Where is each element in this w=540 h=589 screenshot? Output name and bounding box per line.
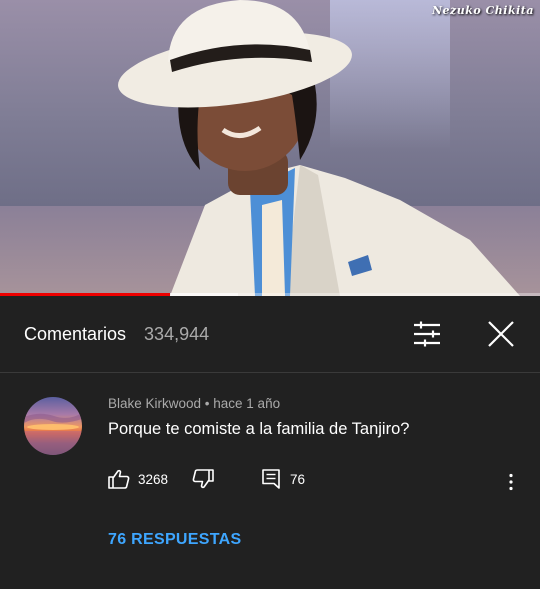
video-frame-figure [118,0,520,296]
video-player[interactable]: Nezuko Chikita [0,0,540,296]
video-progress-bar[interactable] [0,293,540,296]
reply-count: 76 [290,471,306,487]
like-button[interactable]: 3268 [108,469,168,489]
view-replies-link[interactable]: 76 RESPUESTAS [108,531,241,549]
progress-fill [0,293,171,296]
comment-body: Blake Kirkwood • hace 1 año Porque te co… [108,396,520,439]
comment-actions: 3268 76 [108,469,305,489]
close-icon[interactable] [484,317,518,351]
like-count: 3268 [138,471,169,487]
watermark: Nezuko Chikita [431,4,534,17]
comment-text: Porque te comiste a la familia de Tanjir… [108,420,410,438]
comment-item: Blake Kirkwood • hace 1 año Porque te co… [0,373,540,589]
reply-button[interactable]: 76 [262,469,305,489]
avatar[interactable] [24,397,82,455]
comments-header: Comentarios 334,944 [0,296,540,373]
thumbs-down-icon [192,469,214,489]
dislike-button[interactable] [192,469,214,489]
sunset-avatar-image [24,413,82,455]
comment-author-meta: Blake Kirkwood • hace 1 año [108,396,281,411]
more-vert-icon[interactable] [504,471,518,493]
reply-icon [262,469,280,489]
sliders-icon[interactable] [410,317,444,351]
thumbs-up-icon [108,469,130,489]
comments-count: 334,944 [144,323,210,344]
comments-title: Comentarios [24,323,127,344]
